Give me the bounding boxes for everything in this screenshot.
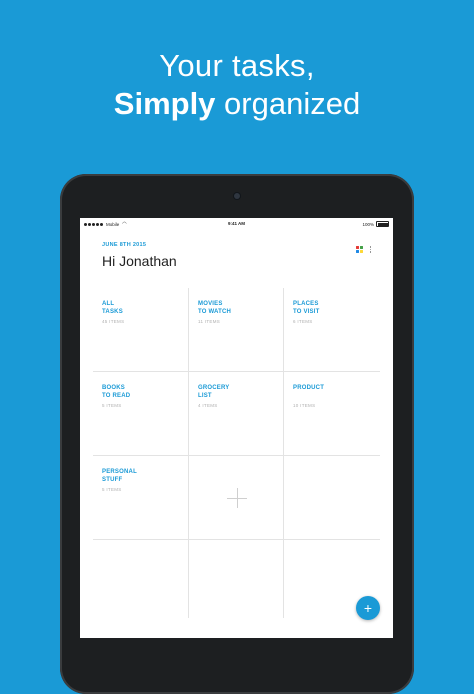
list-count: 6 ITEMS (293, 319, 313, 324)
headline-rest: organized (215, 86, 361, 121)
plus-icon (227, 488, 247, 508)
headline-line-1: Your tasks, (159, 48, 315, 83)
status-bar: Mobile ◠ 9:41 AM 100% (80, 218, 393, 230)
app-header: JUNE 8TH 2015 Hi Jonathan (102, 242, 381, 282)
camera-icon (234, 193, 240, 199)
list-card-all-tasks[interactable]: All Tasks 45 ITEMS (93, 288, 189, 372)
status-time: 9:41 AM (227, 221, 246, 226)
empty-cell (189, 540, 284, 618)
empty-cell (284, 456, 380, 540)
list-count: 5 ITEMS (102, 403, 122, 408)
list-title: Books to read (102, 385, 131, 399)
list-card-books[interactable]: Books to read 5 ITEMS (93, 372, 189, 456)
page-title: Hi Jonathan (102, 253, 177, 269)
empty-cell (93, 540, 189, 618)
list-count: 11 ITEMS (198, 319, 221, 324)
list-count: 45 ITEMS (102, 319, 125, 324)
list-title: Movies to watch (198, 301, 232, 315)
app-screen: Mobile ◠ 9:41 AM 100% JUNE 8TH 2015 Hi J… (80, 218, 393, 638)
list-card-grocery[interactable]: Grocery List 4 ITEMS (189, 372, 284, 456)
ipad-device: Mobile ◠ 9:41 AM 100% JUNE 8TH 2015 Hi J… (60, 174, 414, 694)
task-list-grid: All Tasks 45 ITEMS Movies to watch 11 IT… (93, 288, 380, 618)
battery-icon (376, 221, 389, 227)
grid-view-icon[interactable] (355, 246, 363, 253)
add-list-cell[interactable] (189, 456, 284, 540)
list-title: Personal Stuff (102, 469, 137, 483)
add-task-fab[interactable]: + (356, 596, 380, 620)
list-card-personal[interactable]: Personal Stuff 5 ITEMS (93, 456, 189, 540)
list-title: Grocery List (198, 385, 230, 399)
more-vertical-icon[interactable] (369, 246, 371, 253)
battery-percent: 100% (362, 221, 374, 227)
headline-bold-word: Simply (113, 86, 216, 121)
list-count: 4 ITEMS (198, 403, 218, 408)
list-card-product[interactable]: Product 10 ITEMS (284, 372, 380, 456)
list-title: Places to visit (293, 301, 320, 315)
list-card-movies[interactable]: Movies to watch 11 ITEMS (189, 288, 284, 372)
list-count: 10 ITEMS (293, 403, 316, 408)
date-label: JUNE 8TH 2015 (102, 242, 147, 248)
headline-line-2: Simply organized (0, 86, 474, 122)
list-count: 5 ITEMS (102, 487, 122, 492)
list-card-places[interactable]: Places to visit 6 ITEMS (284, 288, 380, 372)
list-title: Product (293, 385, 325, 391)
list-title: All Tasks (102, 301, 123, 315)
